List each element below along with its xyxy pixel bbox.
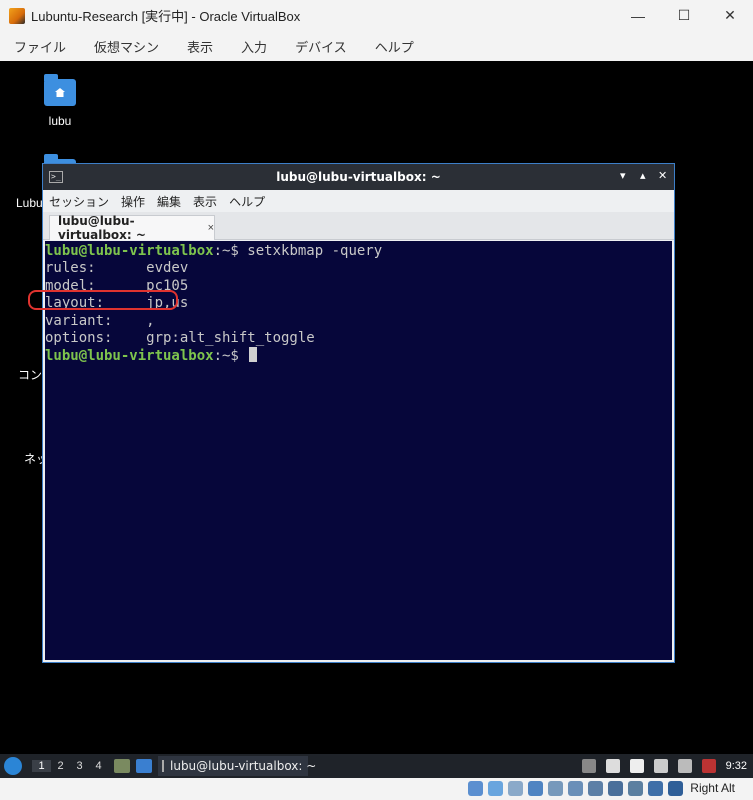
prompt-line: lubu@lubu-virtualbox:~$ [45, 347, 672, 364]
terminal-title: lubu@lubu-virtualbox: ~ [276, 170, 441, 184]
hard-disk-icon[interactable] [468, 781, 483, 796]
optical-drive-icon[interactable] [488, 781, 503, 796]
menu-file[interactable]: ファイル [0, 37, 80, 56]
menu-machine[interactable]: 仮想マシン [80, 37, 173, 56]
vbox-title-bar: Lubuntu-Research [実行中] - Oracle VirtualB… [0, 0, 753, 31]
taskbar-task-label: lubu@lubu-virtualbox: ~ [170, 759, 317, 773]
desktop-home-label: lubu [48, 114, 72, 128]
virtualbox-app-icon [9, 7, 25, 24]
terminal-title-bar[interactable]: >_ lubu@lubu-virtualbox: ~ ▾ ▴ ✕ [43, 164, 674, 190]
cpu-icon[interactable] [628, 781, 643, 796]
clipboard-icon[interactable] [629, 759, 644, 773]
close-button[interactable]: ✕ [707, 0, 753, 31]
terminal-icon [162, 760, 164, 772]
host-key-icon[interactable] [668, 781, 683, 796]
terminal-maximize-icon[interactable]: ▴ [640, 169, 646, 182]
usb-icon[interactable] [548, 781, 563, 796]
system-tray: 9:32 [581, 754, 753, 778]
workspace-3[interactable]: 3 [70, 760, 89, 772]
display-icon[interactable] [588, 781, 603, 796]
files-icon[interactable] [114, 759, 130, 773]
text-cursor [249, 347, 258, 363]
desktop-label-partial[interactable]: コン [18, 366, 42, 383]
command-text: setxkbmap -query [247, 243, 383, 259]
guest-screen[interactable]: lubu Lubu コン ネッ >_ lubu@lubu-virtualbox:… [0, 61, 753, 754]
terminal-menu-actions[interactable]: 操作 [115, 193, 151, 210]
guest-taskbar: 1 2 3 4 lubu@lubu-virtualbox: ~ 9:32 [0, 754, 753, 778]
terminal-menu-bar: セッション 操作 編集 表示 ヘルプ [43, 190, 674, 212]
menu-devices[interactable]: デバイス [281, 37, 361, 56]
terminal-menu-view[interactable]: 表示 [187, 193, 223, 210]
workspace-4[interactable]: 4 [89, 760, 108, 772]
output-line: variant: , [45, 312, 155, 329]
menu-input[interactable]: 入力 [227, 37, 281, 56]
taskbar-terminal-task[interactable]: lubu@lubu-virtualbox: ~ [158, 756, 316, 776]
command-line: lubu@lubu-virtualbox:~$ setxkbmap -query [45, 243, 672, 260]
audio-icon[interactable] [508, 781, 523, 796]
output-line: options: grp:alt_shift_toggle [45, 329, 315, 346]
terminal-menu-edit[interactable]: 編集 [151, 193, 187, 210]
tray-icon[interactable] [581, 759, 596, 773]
workspace-1[interactable]: 1 [32, 760, 51, 772]
tab-close-icon[interactable]: × [208, 222, 214, 234]
terminal-minimize-icon[interactable]: ▾ [620, 169, 626, 182]
terminal-tab[interactable]: lubu@lubu-virtualbox: ~ × [49, 214, 215, 242]
menu-help[interactable]: ヘルプ [361, 37, 428, 56]
terminal-tab-bar: lubu@lubu-virtualbox: ~ × [43, 212, 674, 242]
start-menu-icon[interactable] [4, 757, 22, 775]
desktop-home-folder[interactable]: lubu [40, 74, 80, 128]
terminal-window: >_ lubu@lubu-virtualbox: ~ ▾ ▴ ✕ セッション 操… [42, 163, 675, 663]
terminal-menu-session[interactable]: セッション [43, 193, 115, 210]
vbox-menu-bar: ファイル 仮想マシン 表示 入力 デバイス ヘルプ [0, 31, 753, 61]
terminal-close-icon[interactable]: ✕ [658, 169, 667, 182]
mouse-integration-icon[interactable] [648, 781, 663, 796]
clock[interactable]: 9:32 [726, 760, 747, 772]
show-desktop-icon[interactable] [136, 759, 152, 773]
workspace-2[interactable]: 2 [51, 760, 70, 772]
volume-icon[interactable] [605, 759, 620, 773]
maximize-button[interactable]: ☐ [661, 0, 707, 31]
vbox-status-icons [463, 781, 683, 796]
desktop-label-partial[interactable]: Lubu [16, 196, 43, 210]
minimize-button[interactable]: — [615, 0, 661, 31]
output-line: rules: evdev [45, 260, 189, 277]
menu-view[interactable]: 表示 [173, 37, 227, 56]
update-icon[interactable] [701, 759, 716, 773]
prompt-path: :~$ [213, 243, 248, 259]
window-title: Lubuntu-Research [実行中] - Oracle VirtualB… [31, 9, 301, 24]
shared-folder-icon[interactable] [568, 781, 583, 796]
network-adapter-icon[interactable] [528, 781, 543, 796]
host-key-label: Right Alt [690, 781, 735, 795]
terminal-tab-label: lubu@lubu-virtualbox: ~ [58, 214, 146, 242]
network-icon[interactable] [677, 759, 692, 773]
highlight-annotation [28, 290, 178, 310]
vbox-status-bar: Right Alt [0, 778, 753, 800]
video-capture-icon[interactable] [608, 781, 623, 796]
prompt-path: :~$ [213, 348, 248, 365]
terminal-menu-help[interactable]: ヘルプ [223, 193, 271, 210]
home-folder-icon [44, 74, 76, 106]
prompt-user: lubu@lubu-virtualbox [45, 243, 214, 259]
prompt-user: lubu@lubu-virtualbox [45, 348, 214, 365]
notification-icon[interactable] [653, 759, 668, 773]
